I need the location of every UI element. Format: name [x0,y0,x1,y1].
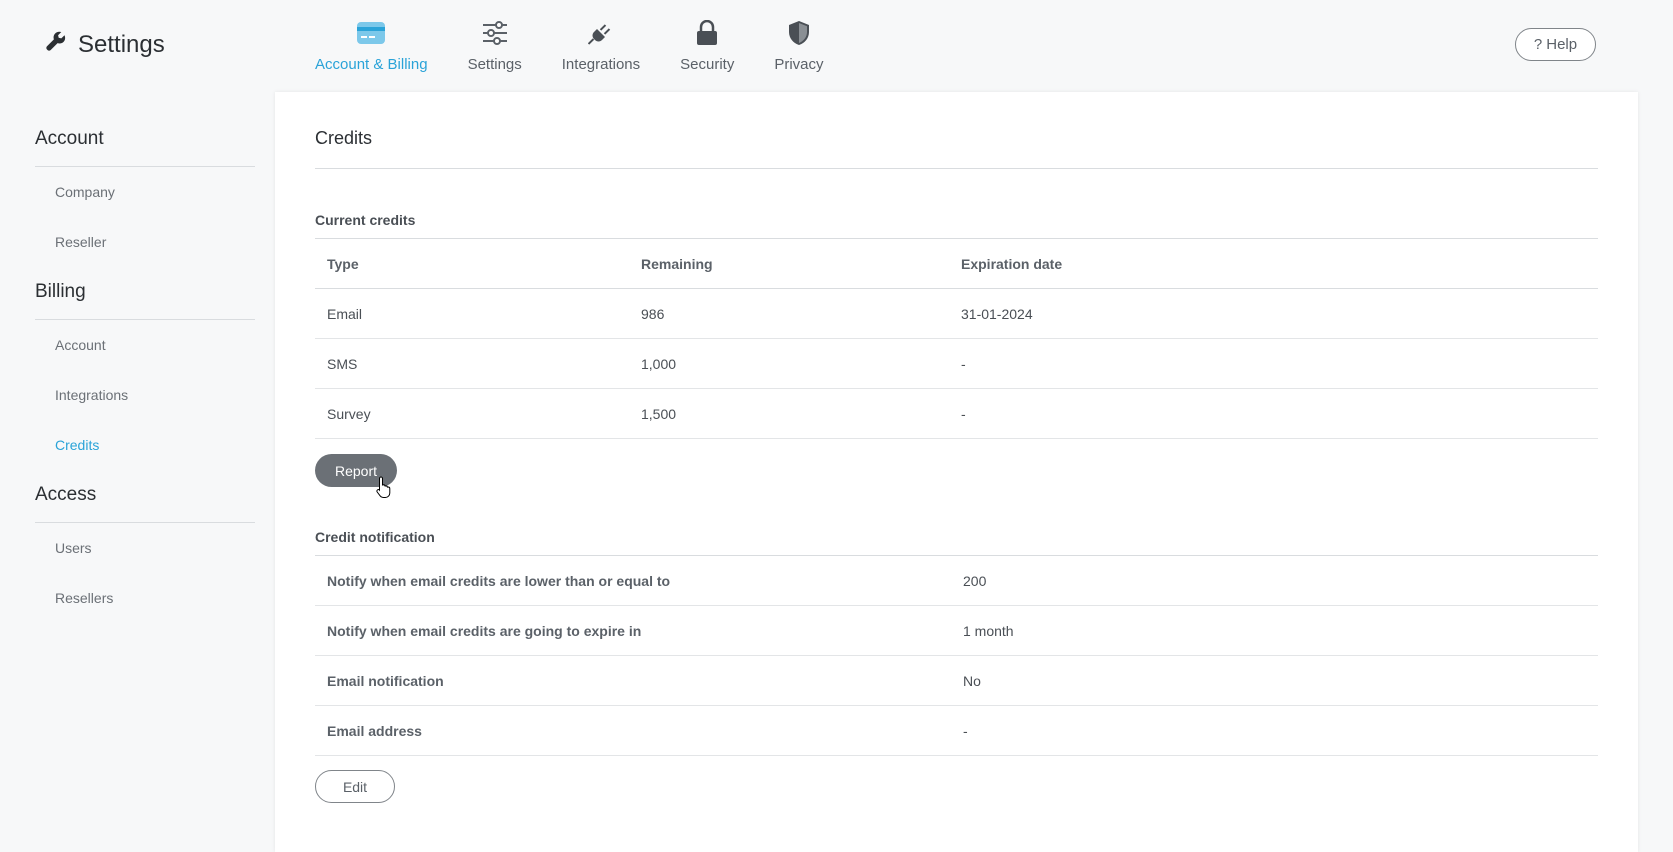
cell-type: Survey [315,388,629,439]
app-brand: Settings [44,30,165,59]
sidebar-section-access: Access [35,470,255,523]
tab-settings[interactable]: Settings [468,18,522,92]
setting-value: 1 month [951,605,1598,656]
plug-icon [587,18,614,48]
current-credits-title: Current credits [315,212,416,228]
tab-integrations[interactable]: Integrations [562,18,640,92]
tab-security[interactable]: Security [680,18,734,92]
column-header: Type [315,238,629,289]
cell-type: Email [315,288,629,339]
setting-label: Notify when email credits are going to e… [315,605,951,656]
sidebar-item-users[interactable]: Users [35,523,255,573]
cell-type: SMS [315,338,629,389]
divider [315,168,1598,169]
credit-card-icon [357,18,386,48]
setting-value: - [951,705,1598,756]
edit-button[interactable]: Edit [315,770,395,803]
cell-expiration: - [949,388,1598,439]
column-header: Remaining [629,238,949,289]
setting-value: 200 [951,555,1598,606]
help-button[interactable]: ? Help [1515,28,1596,61]
sidebar-section-account: Account [35,92,255,167]
question-icon: ? [1533,36,1543,53]
page-title: Settings [78,30,165,58]
sidebar-item-credits[interactable]: Credits [35,420,255,470]
sidebar-item-reseller[interactable]: Reseller [35,217,255,267]
sidebar: Account Company Reseller Billing Account… [35,92,255,623]
setting-label: Notify when email credits are lower than… [315,555,951,606]
tab-privacy[interactable]: Privacy [774,18,824,92]
setting-value: No [951,655,1598,706]
tab-label: Account & Billing [315,56,428,73]
credit-notification-title: Credit notification [315,529,435,545]
credits-table: Type Remaining Expiration date Email 986… [315,238,1598,439]
sidebar-item-integrations[interactable]: Integrations [35,370,255,420]
table-header-row: Type Remaining Expiration date [315,238,1598,289]
cell-remaining: 986 [629,288,949,339]
credits-panel: Credits Current credits Type Remaining E… [275,92,1638,852]
cell-expiration: 31-01-2024 [949,288,1598,339]
sliders-icon [482,18,508,48]
cell-expiration: - [949,338,1598,389]
table-row: SMS 1,000 - [315,338,1598,389]
table-row: Email 986 31-01-2024 [315,288,1598,339]
sidebar-item-account[interactable]: Account [35,320,255,370]
table-row: Email address - [315,705,1598,756]
shield-icon [787,18,811,48]
tab-label: Settings [467,56,522,73]
section-heading: Credits [315,128,373,148]
cell-remaining: 1,500 [629,388,949,439]
table-row: Email notification No [315,655,1598,706]
hand-cursor-icon [376,476,392,503]
tab-label: Integrations [561,56,641,73]
lock-icon [695,18,719,48]
table-row: Notify when email credits are going to e… [315,605,1598,656]
tab-account-billing[interactable]: Account & Billing [315,18,428,110]
setting-label: Email address [315,705,951,756]
table-row: Notify when email credits are lower than… [315,555,1598,606]
tab-label: Security [680,56,735,73]
top-nav: Account & Billing Settings Integrations … [315,18,824,110]
help-label: Help [1546,36,1578,53]
column-header: Expiration date [949,238,1598,289]
sidebar-item-resellers[interactable]: Resellers [35,573,255,623]
sidebar-item-company[interactable]: Company [35,167,255,217]
setting-label: Email notification [315,655,951,706]
sidebar-section-billing: Billing [35,267,255,320]
notification-table: Notify when email credits are lower than… [315,555,1598,756]
cell-remaining: 1,000 [629,338,949,389]
wrench-icon [44,30,68,59]
table-row: Survey 1,500 - [315,388,1598,439]
tab-label: Privacy [774,56,824,73]
